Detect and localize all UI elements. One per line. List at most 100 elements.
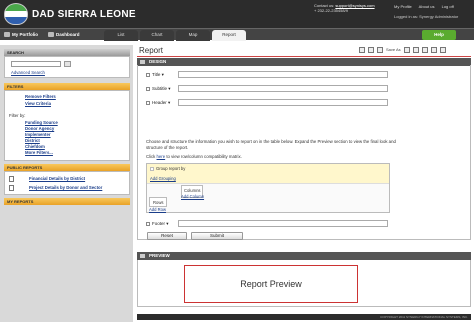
header-field-label: Header ▾ — [146, 100, 170, 106]
public-reports-heading: PUBLIC REPORTS — [4, 164, 130, 171]
report-icon — [9, 185, 14, 191]
grouping-area: Group report by Add Grouping — [147, 164, 389, 184]
pdf-icon[interactable] — [431, 47, 437, 53]
group-report-by-label: Group report by — [156, 166, 186, 171]
design-heading: DESIGN — [149, 59, 167, 64]
title-input[interactable] — [178, 71, 388, 78]
compatibility-matrix-text: Click here to view row/column compatibil… — [146, 154, 242, 159]
filter-district[interactable]: District — [25, 138, 40, 143]
top-links: My Profile About us Log off — [394, 4, 460, 9]
matrix-prefix: Click — [146, 154, 156, 159]
log-off-link[interactable]: Log off — [442, 4, 454, 9]
add-grouping-link[interactable]: Add Grouping — [150, 176, 176, 181]
search-section: Advanced Search — [4, 56, 130, 78]
header-input[interactable] — [178, 99, 388, 106]
footer-input[interactable] — [178, 220, 388, 227]
filters-heading: FILTERS — [4, 83, 130, 90]
nav-bar: My Portfolio Dashboard List Chart Map Re… — [0, 28, 474, 41]
title-label: Title — [152, 72, 161, 77]
filter-implementer[interactable]: Implementer — [25, 132, 51, 137]
grouping-icon — [150, 167, 154, 171]
rows-label: Rows — [153, 200, 164, 205]
my-portfolio-label: My Portfolio — [12, 32, 38, 37]
design-instructions: Choose and structure the information you… — [146, 139, 396, 150]
report-project-details-by-donor-sector[interactable]: Project Details by Donor and Sector — [29, 185, 102, 190]
field-icon — [146, 221, 150, 226]
header-label: Header — [152, 100, 167, 105]
copyright-footer: COPYRIGHT 2011 SYNERGY INTERNATIONAL SYS… — [137, 314, 471, 320]
search-go-icon[interactable] — [64, 61, 71, 67]
title-field-label: Title ▾ — [146, 72, 164, 78]
matrix-suffix: to view row/column compatibility matrix. — [166, 154, 242, 159]
tab-chart[interactable]: Chart — [140, 30, 174, 41]
brand-title: DAD SIERRA LEONE — [32, 9, 136, 20]
public-reports-section: Financial Details by District Project De… — [4, 171, 130, 195]
contact-phone: + 232-22-235458/9 — [314, 8, 348, 13]
report-preview-frame: Report Preview — [184, 265, 358, 303]
reset-button[interactable]: Reset — [147, 232, 187, 240]
save-icon[interactable] — [377, 47, 383, 53]
filter-chiefdom[interactable]: Chiefdom — [25, 144, 45, 149]
report-financial-details-by-district[interactable]: Financial Details by District — [29, 176, 85, 181]
report-icon — [9, 176, 14, 182]
email-icon[interactable] — [422, 47, 428, 53]
filter-funding-source[interactable]: Funding Source — [25, 120, 58, 125]
sidebar: SEARCH Advanced Search FILTERS Remove Fi… — [0, 45, 133, 322]
preview-section-bar[interactable]: PREVIEW — [137, 252, 471, 260]
collapse-icon — [140, 254, 145, 258]
add-row-link[interactable]: Add Row — [149, 207, 166, 212]
view-criteria-link[interactable]: View Criteria — [25, 101, 51, 106]
subtitle-input[interactable] — [178, 85, 388, 92]
dashboard-button[interactable]: Dashboard — [46, 30, 80, 39]
tab-map[interactable]: Map — [176, 30, 210, 41]
portfolio-icon — [4, 32, 10, 37]
save-as-button[interactable]: Save As — [386, 46, 401, 53]
footer-field-label: Footer ▾ — [146, 221, 169, 227]
filters-section: Remove Filters View Criteria Filter by: … — [4, 90, 130, 161]
excel-icon[interactable] — [440, 47, 446, 53]
field-icon — [146, 86, 150, 91]
rows-dropzone[interactable]: Rows — [149, 197, 167, 207]
search-input[interactable] — [11, 61, 61, 67]
filter-donor-agency[interactable]: Donor Agency — [25, 126, 54, 131]
title-divider — [137, 56, 471, 57]
dashboard-label: Dashboard — [56, 32, 80, 37]
preview-heading: PREVIEW — [149, 253, 170, 258]
contact-info: Contact us: support@synisys.com + 232-22… — [314, 3, 375, 13]
my-profile-link[interactable]: My Profile — [394, 4, 412, 9]
more-filters-link[interactable]: More Filters... — [25, 150, 53, 155]
sierra-leone-logo-icon — [4, 3, 28, 25]
filter-by-label: Filter by: — [9, 113, 26, 118]
help-button[interactable]: Help — [422, 30, 456, 40]
tab-list[interactable]: List — [104, 30, 138, 41]
compatibility-matrix-link[interactable]: here — [157, 154, 166, 159]
field-icon — [146, 72, 150, 77]
add-column-link[interactable]: Add Column — [181, 194, 204, 199]
dashboard-icon — [48, 32, 54, 37]
report-preview-text: Report Preview — [240, 279, 302, 289]
page-title: Report — [139, 46, 164, 55]
my-reports-heading: MY REPORTS — [4, 198, 130, 205]
submit-button[interactable]: Submit — [191, 232, 243, 240]
footer-label: Footer — [152, 221, 166, 226]
export-icon[interactable] — [404, 47, 410, 53]
preview-panel: Report Preview — [137, 260, 471, 307]
new-report-icon[interactable] — [359, 47, 365, 53]
report-structure-grid: Group report by Add Grouping Columns Add… — [146, 163, 390, 213]
logged-in-status: Logged in as: Synergy Administrator — [394, 14, 459, 19]
app-header: DAD SIERRA LEONE Contact us: support@syn… — [0, 0, 474, 28]
my-portfolio-button[interactable]: My Portfolio — [2, 30, 38, 39]
search-heading: SEARCH — [4, 49, 130, 56]
about-us-link[interactable]: About us — [419, 4, 435, 9]
collapse-icon — [140, 60, 145, 64]
advanced-search-link[interactable]: Advanced Search — [11, 70, 45, 75]
report-main-panel: Report Save As DESIGN Title ▾ Subtitle ▾… — [137, 44, 471, 309]
tab-report[interactable]: Report — [212, 30, 246, 41]
columns-label: Columns — [184, 188, 201, 193]
subtitle-label: Subtitle — [152, 86, 168, 91]
field-icon — [146, 100, 150, 105]
print-icon[interactable] — [413, 47, 419, 53]
remove-filters-link[interactable]: Remove Filters — [25, 94, 56, 99]
subtitle-field-label: Subtitle ▾ — [146, 86, 171, 92]
open-report-icon[interactable] — [368, 47, 374, 53]
